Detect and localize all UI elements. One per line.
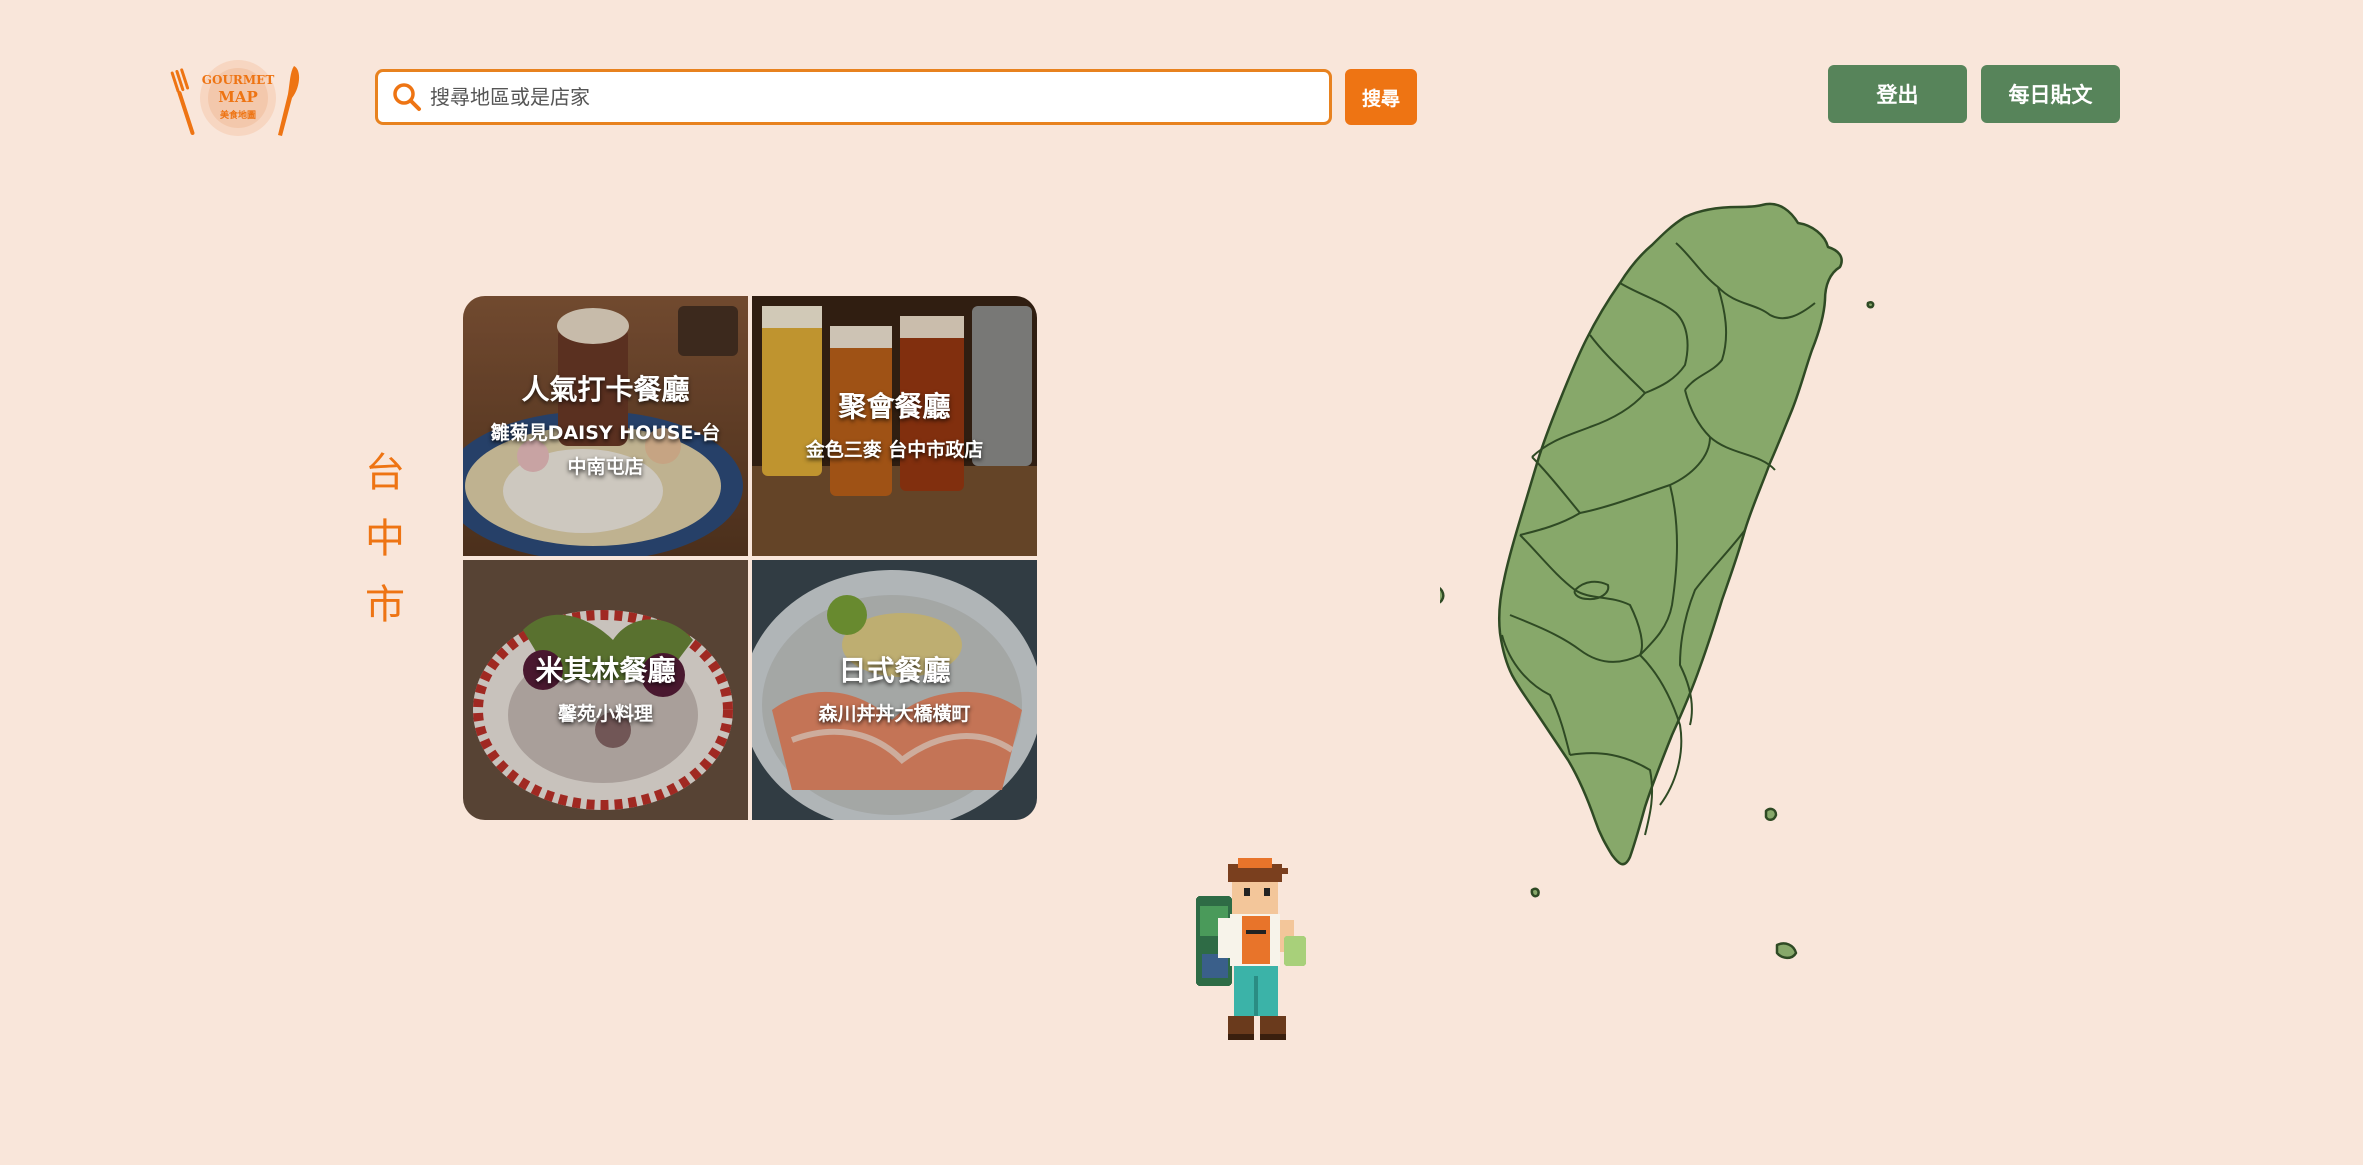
category-shop-name: 森川丼丼大橋橫町 bbox=[818, 703, 971, 725]
category-shop-name: 雛菊見DAISY HOUSE-台中南屯店 bbox=[490, 422, 721, 478]
category-title: 人氣打卡餐廳 bbox=[521, 373, 690, 406]
svg-text:美食地圖: 美食地圖 bbox=[220, 109, 256, 121]
category-tile-japanese[interactable]: 日式餐廳 森川丼丼大橋橫町 bbox=[752, 560, 1037, 820]
liuqiu-island bbox=[1530, 887, 1540, 898]
svg-text:MAP: MAP bbox=[218, 88, 258, 106]
hiker-character bbox=[1188, 858, 1316, 1048]
city-title: 台中市 bbox=[365, 450, 405, 628]
green-island bbox=[1764, 807, 1778, 821]
category-tile-michelin[interactable]: 米其林餐廳 馨苑小料理 bbox=[463, 560, 748, 820]
svg-text:GOURMET: GOURMET bbox=[202, 73, 275, 87]
taiwan-island[interactable] bbox=[1497, 202, 1843, 866]
search-input[interactable] bbox=[430, 72, 1329, 122]
search-button[interactable]: 搜尋 bbox=[1345, 69, 1417, 125]
category-title: 日式餐廳 bbox=[838, 654, 951, 687]
category-shop-name: 金色三麥 台中市政店 bbox=[805, 439, 984, 461]
search-icon bbox=[392, 82, 422, 112]
category-title: 聚會餐廳 bbox=[838, 390, 951, 423]
penghu-islands bbox=[1440, 587, 1445, 604]
category-tile-gathering[interactable]: 聚會餐廳 金色三麥 台中市政店 bbox=[752, 296, 1037, 556]
guishan-island bbox=[1866, 301, 1875, 309]
gourmet-map-logo[interactable]: GOURMET MAP 美食地圖 bbox=[170, 58, 306, 140]
orchid-island bbox=[1775, 942, 1798, 960]
category-grid: 人氣打卡餐廳 雛菊見DAISY HOUSE-台中南屯店 聚會餐廳 金色三麥 台中… bbox=[463, 296, 1038, 820]
category-shop-name: 馨苑小料理 bbox=[557, 703, 653, 725]
taiwan-map[interactable] bbox=[1440, 195, 1900, 1005]
daily-post-button[interactable]: 每日貼文 bbox=[1981, 65, 2120, 123]
search-bar[interactable] bbox=[375, 69, 1332, 125]
category-tile-popular[interactable]: 人氣打卡餐廳 雛菊見DAISY HOUSE-台中南屯店 bbox=[463, 296, 748, 556]
category-title: 米其林餐廳 bbox=[535, 654, 676, 687]
logout-button[interactable]: 登出 bbox=[1828, 65, 1967, 123]
